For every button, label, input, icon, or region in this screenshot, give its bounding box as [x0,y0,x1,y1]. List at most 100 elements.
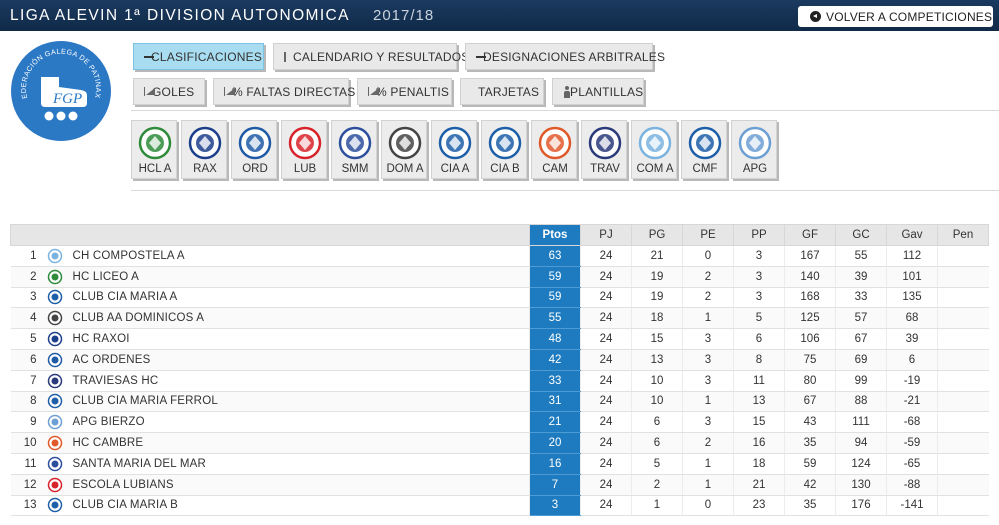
pg-cell: 19 [631,287,683,309]
tab-designaciones[interactable]: DESIGNACIONES ARBITRALES [465,43,665,70]
team-name-cell[interactable]: CLUB AA DOMINICOS A [68,307,530,330]
tab-penaltis[interactable]: % PENALTIS [357,78,452,105]
gc-cell: 33 [835,287,887,309]
pen-cell [937,411,989,434]
table-row[interactable]: 4 CLUB AA DOMINICOS A 55 24 18 1 5 125 57 68 [10,307,989,330]
column-header-pe[interactable]: PE [682,224,734,246]
position-cell: 7 [10,370,41,392]
area-chart-icon [144,87,155,96]
standings-table: Ptos PJ PG PE PP GF GC Gav Pen 1 CH COMPO… [10,224,989,517]
team-name-cell[interactable]: CLUB CIA MARIA B [68,495,530,517]
column-header-pj[interactable]: PJ [580,224,632,246]
team-tile[interactable]: SMM [331,120,377,179]
back-to-competitions-button[interactable]: VOLVER A COMPETICIONES [798,6,993,27]
team-crest-icon [588,126,622,160]
team-crest-icon [47,269,62,284]
team-name-cell[interactable]: HC CAMBRE [68,432,530,454]
team-crest-icon [338,126,372,160]
team-tile[interactable]: RAX [181,120,227,179]
team-name-cell[interactable]: CLUB CIA MARIA FERROL [68,391,530,413]
tab-clasificaciones[interactable]: CLASIFICACIONES [133,43,264,70]
column-header-pg[interactable]: PG [631,224,683,246]
table-row[interactable]: 7 TRAVIESAS HC 33 24 10 3 11 80 99 -19 [10,370,989,392]
pts-cell: 31 [529,391,581,413]
team-tile[interactable]: CAM [531,120,577,179]
gav-cell: -65 [886,453,938,475]
position-cell: 5 [10,328,41,350]
team-tile[interactable]: DOM A [381,120,427,179]
team-crest-cell [40,245,69,267]
team-tile[interactable]: CMF [681,120,727,179]
column-header-pp[interactable]: PP [733,224,785,246]
column-header-pts[interactable]: Ptos [529,224,581,246]
tab-tarjetas[interactable]: TARJETAS [460,78,544,105]
table-row[interactable]: 12 ESCOLA LUBIANS 7 24 2 1 21 42 130 -88 [10,474,989,496]
pen-cell [937,495,989,517]
tab-faltas-directas[interactable]: % FALTAS DIRECTAS [213,78,355,105]
pts-cell: 7 [529,474,581,496]
position-cell: 9 [10,411,41,434]
team-tile-label: CIA B [490,163,520,175]
gc-cell: 55 [835,245,887,267]
column-header-gf[interactable]: GF [784,224,836,246]
table-row[interactable]: 1 CH COMPOSTELA A 63 24 21 0 3 167 55 112 [10,245,989,267]
column-header-gav[interactable]: Gav [886,224,938,246]
pg-cell: 19 [631,266,683,288]
column-header-gc[interactable]: GC [835,224,887,246]
table-row[interactable]: 6 AC ORDENES 42 24 13 3 8 75 69 6 [10,349,989,371]
team-name-cell[interactable]: CH COMPOSTELA A [68,245,530,267]
pg-cell: 15 [631,328,683,350]
team-tile[interactable]: TRAV [581,120,627,179]
position-cell: 6 [10,349,41,371]
table-row[interactable]: 11 SANTA MARIA DEL MAR 16 24 5 1 18 59 124 -65 [10,453,989,475]
pj-cell: 24 [580,432,632,454]
pp-cell: 5 [733,307,785,330]
team-tile[interactable]: HCL A [131,120,177,179]
table-row[interactable]: 2 HC LICEO A 59 24 19 2 3 140 39 101 [10,266,989,288]
pp-cell: 13 [733,391,785,413]
pg-cell: 21 [631,245,683,267]
team-tile[interactable]: CIA A [431,120,477,179]
team-name-cell[interactable]: ESCOLA LUBIANS [68,474,530,496]
pe-cell: 3 [682,370,734,392]
team-tile[interactable]: COM A [631,120,677,179]
table-row[interactable]: 9 APG BIERZO 21 24 6 3 15 43 111 -68 [10,411,989,434]
gav-cell: -141 [886,495,938,517]
gf-cell: 167 [784,245,836,267]
team-tile[interactable]: LUB [281,120,327,179]
tab-goles[interactable]: GOLES [133,78,205,105]
team-crest-cell [40,307,69,330]
team-tile[interactable]: ORD [231,120,277,179]
table-row[interactable]: 10 HC CAMBRE 20 24 6 2 16 35 94 -59 [10,432,989,454]
team-crest-cell [40,411,69,434]
table-row[interactable]: 5 HC RAXOI 48 24 15 3 6 106 67 39 [10,328,989,350]
team-crest-icon [47,373,62,388]
team-crest-icon [638,126,672,160]
tab-plantillas[interactable]: PLANTILLAS [552,78,644,105]
pts-cell: 21 [529,411,581,434]
team-name-cell[interactable]: TRAVIESAS HC [68,370,530,392]
team-tile[interactable]: CIA B [481,120,527,179]
team-name-cell[interactable]: APG BIERZO [68,411,530,434]
pen-cell [937,453,989,475]
table-row[interactable]: 3 CLUB CIA MARIA A 59 24 19 2 3 168 33 135 [10,287,989,309]
pj-cell: 24 [580,287,632,309]
team-crest-icon [238,126,272,160]
team-name-cell[interactable]: SANTA MARIA DEL MAR [68,453,530,475]
area-chart-icon [224,87,235,96]
team-crest-icon [47,352,62,368]
tab-faltas-directas-label: % FALTAS DIRECTAS [232,84,356,99]
team-name-cell[interactable]: CLUB CIA MARIA A [68,287,530,309]
team-tile[interactable]: APG [731,120,777,179]
pe-cell: 1 [682,307,734,330]
tab-calendario[interactable]: CALENDARIO Y RESULTADOS [273,43,469,70]
tab-clasificaciones-label: CLASIFICACIONES [151,49,263,64]
table-row[interactable]: 13 CLUB CIA MARIA B 3 24 1 0 23 35 176 -141 [10,495,989,517]
team-crest-icon [47,311,62,326]
team-name-cell[interactable]: HC RAXOI [68,328,530,350]
team-name-cell[interactable]: AC ORDENES [68,349,530,371]
column-header-pen[interactable]: Pen [937,224,989,246]
gf-cell: 75 [784,349,836,371]
team-name-cell[interactable]: HC LICEO A [68,266,530,288]
table-row[interactable]: 8 CLUB CIA MARIA FERROL 31 24 10 1 13 67 88 -21 [10,391,989,413]
